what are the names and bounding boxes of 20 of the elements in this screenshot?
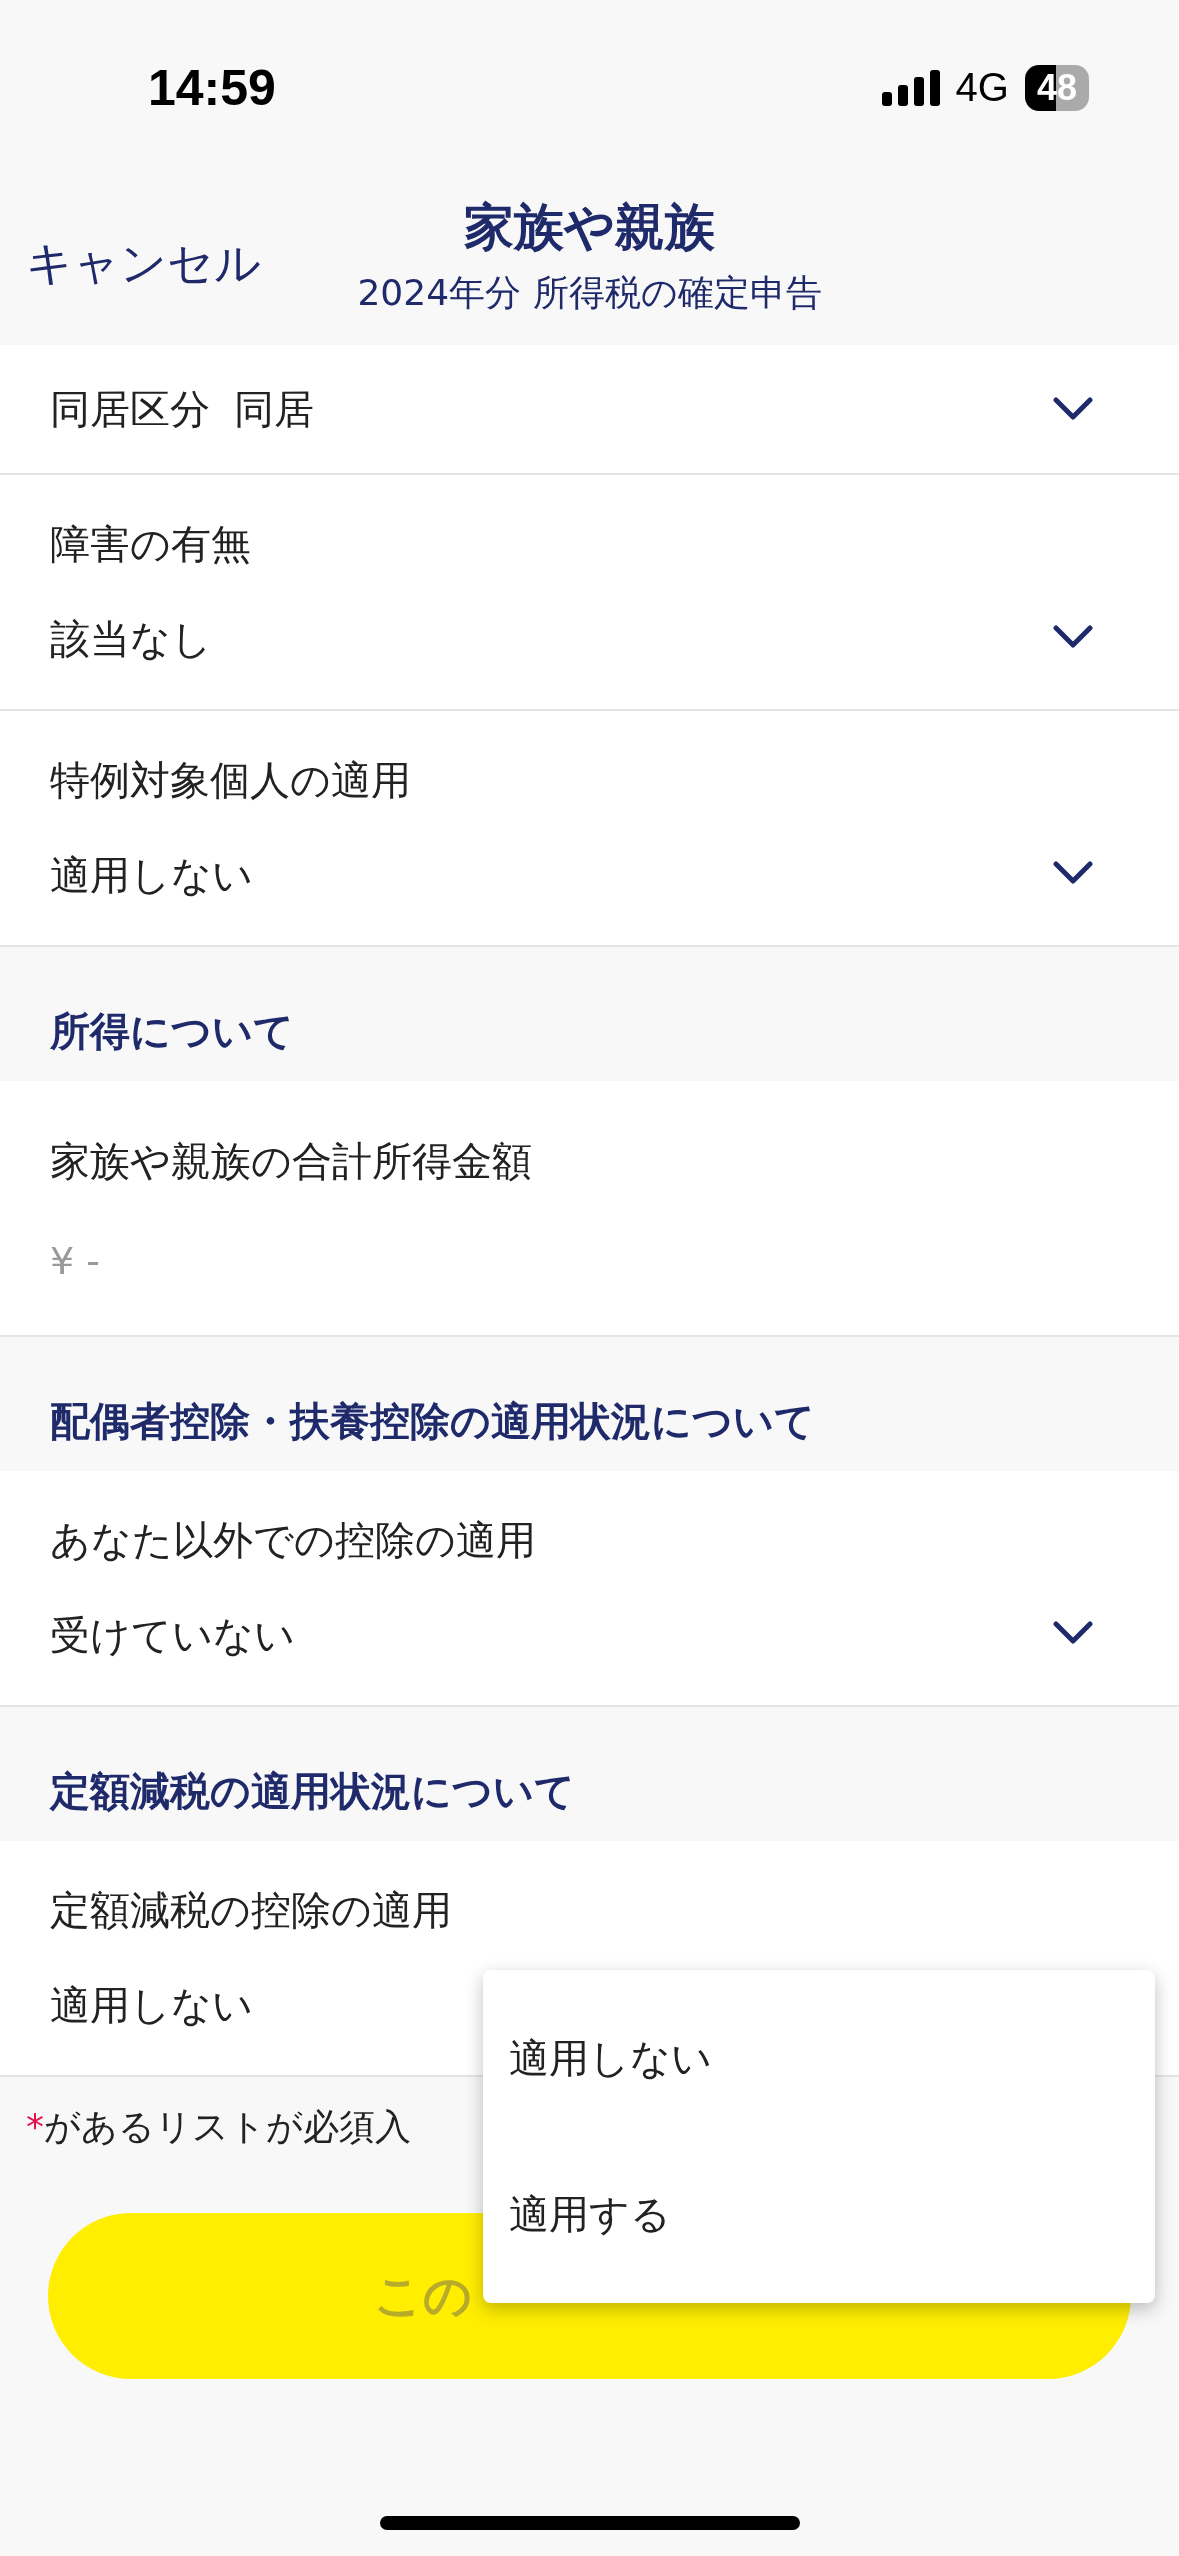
screen-title: 家族や親族 — [464, 197, 715, 258]
select-row[interactable]: あなた以外での控除の適用 受けていない — [0, 1471, 1179, 1707]
field-label: 家族や親族の合計所得金額 — [50, 1136, 532, 1186]
signal-icon — [881, 69, 940, 106]
required-note: *があるリストが必須入 — [26, 2106, 411, 2147]
cancel-link[interactable]: キャンセル — [26, 233, 261, 295]
select-row[interactable]: 特例対象個人の適用 適用しない — [0, 711, 1179, 947]
network-label: 4G — [955, 65, 1009, 110]
dropdown-option[interactable]: 適用する — [483, 2187, 697, 2243]
section-heading: 定額減税の適用状況について — [50, 1767, 575, 1816]
chevron-down-icon — [1053, 397, 1093, 421]
screen-subtitle: 2024年分 所得税の確定申告 — [357, 271, 822, 315]
section-heading: 所得について — [50, 1007, 294, 1056]
status-time: 14:59 — [148, 58, 276, 117]
select-row[interactable]: 同居区分 同居 — [0, 345, 1179, 475]
chevron-down-icon — [1053, 861, 1093, 885]
chevron-down-icon — [1053, 1621, 1093, 1645]
chevron-down-icon — [1053, 625, 1093, 649]
section-heading: 配偶者控除・扶養控除の適用状況について — [50, 1397, 815, 1446]
select-row[interactable]: 障害の有無 該当なし — [0, 475, 1179, 711]
